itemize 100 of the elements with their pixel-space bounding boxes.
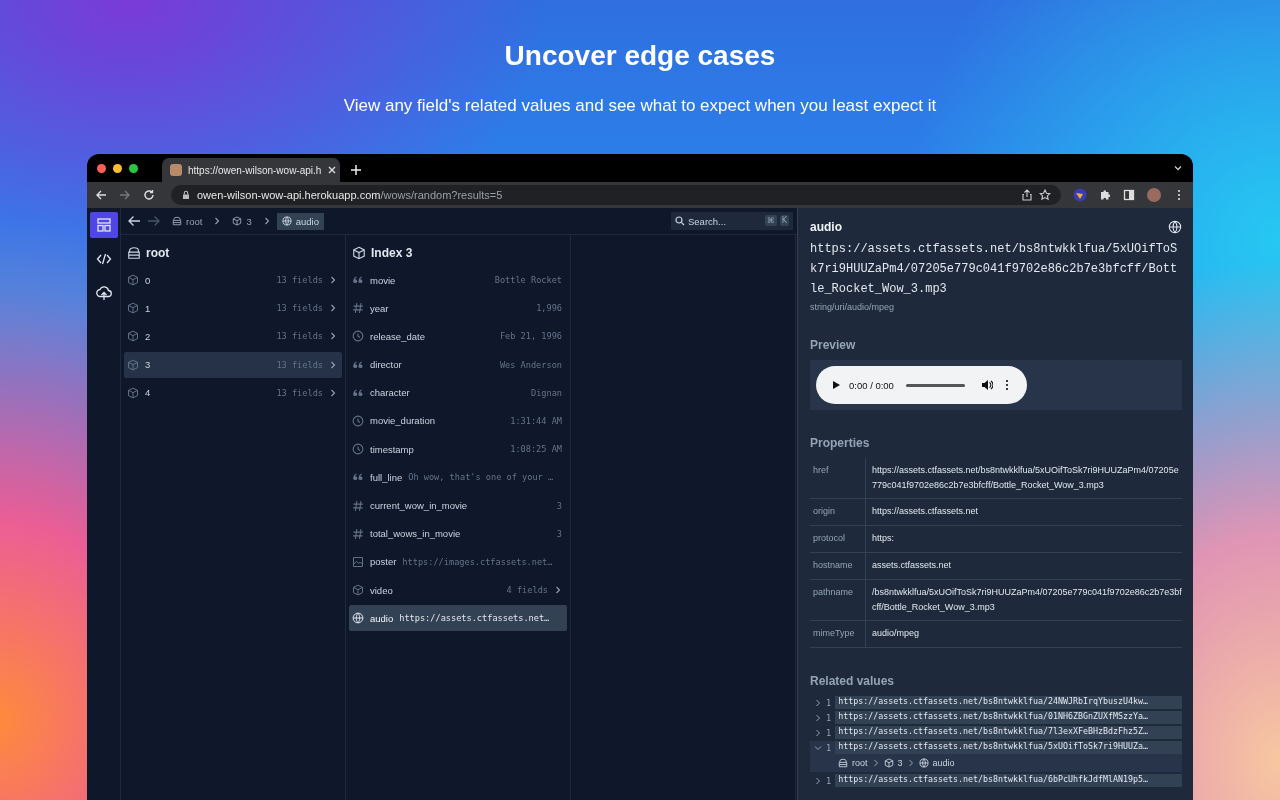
- field-name: total_wows_in_movie: [370, 528, 461, 540]
- type-label: string/uri/audio/mpeg: [810, 302, 896, 312]
- field-value: 3: [556, 500, 562, 511]
- field-value: Bottle Rocket: [494, 275, 562, 285]
- count: 1: [826, 727, 832, 738]
- audio-time: 0:00 / 0:00: [849, 379, 894, 391]
- item-label: 0: [145, 274, 151, 286]
- field-name: director: [370, 359, 402, 371]
- field-row[interactable]: full_line Oh wow, that's one of your …: [349, 464, 567, 491]
- property-value: https://assets.ctfassets.net: [871, 505, 980, 518]
- field-name: full_line: [370, 471, 403, 483]
- detail-title: audio: [810, 220, 842, 234]
- related-value: https://assets.ctfassets.net/bs8ntwkklfua/24NWJRbIrqYbuszU4kw…: [835, 696, 1182, 709]
- count: 1: [826, 697, 832, 708]
- field-value: 3: [556, 528, 562, 539]
- related-value: https://assets.ctfassets.net/bs8ntwkklfua/6bPcUhfkJdfMlAN19p5…: [835, 774, 1182, 787]
- shortcut-key: ⌘: [764, 215, 777, 226]
- field-row[interactable]: video 4 fields: [349, 577, 567, 604]
- field-row[interactable]: movie Bottle Rocket: [349, 267, 567, 293]
- field-row[interactable]: poster https://images.ctfassets.net…: [349, 548, 567, 575]
- field-name: year: [370, 302, 389, 314]
- field-row[interactable]: year 1,996: [349, 295, 567, 322]
- field-row[interactable]: release_date Feb 21, 1996: [349, 323, 567, 350]
- property-key: href: [810, 458, 866, 498]
- breadcrumb[interactable]: 3: [227, 212, 257, 230]
- path-link[interactable]: root: [852, 758, 868, 768]
- breadcrumb[interactable]: root: [167, 212, 208, 230]
- field-row[interactable]: current_wow_in_movie 3: [349, 492, 567, 519]
- field-name: release_date: [370, 330, 425, 342]
- shortcut-key: K: [779, 215, 789, 226]
- section-heading: Properties: [810, 436, 871, 450]
- field-count: 13 fields: [276, 303, 323, 314]
- breadcrumb[interactable]: audio: [276, 212, 324, 230]
- field-row[interactable]: audio https://assets.ctfassets.net…: [349, 605, 567, 632]
- field-row[interactable]: timestamp 1:08:25 AM: [349, 436, 567, 463]
- item-label: 4: [145, 387, 151, 399]
- section-heading: Preview: [810, 338, 857, 352]
- detail-value: https://assets.ctfassets.net/bs8ntwkklfua/5xUOifToSk7ri9HUUZaPm4/07205e779c041f9702e86c2b7e3bfcff/Bottle_Rocket_Wow_3.mp3: [810, 241, 1179, 298]
- field-count: 13 fields: [276, 331, 323, 342]
- property-key: origin: [810, 499, 866, 525]
- count: 1: [826, 775, 832, 786]
- property-value: /bs8ntwkklfua/5xUOifToSk7ri9HUUZaPm4/07205e779c041f9702e86c2b7e3bfcff/Bottle_Rocket_Wow_3.mp3: [871, 586, 1182, 614]
- list-item[interactable]: 4 13 fields: [124, 379, 342, 406]
- column-title: Index 3: [371, 246, 413, 260]
- related-value-row[interactable]: 1 https://assets.ctfassets.net/bs8ntwkklfua/24NWJRbIrqYbuszU4kw…: [810, 696, 1182, 709]
- item-label: 1: [145, 302, 151, 314]
- list-item[interactable]: 3 13 fields: [124, 351, 342, 378]
- related-value-row[interactable]: 1 https://assets.ctfassets.net/bs8ntwkklfua/01NH6ZBGnZUXfMSzzYa…: [810, 711, 1182, 724]
- field-value: Wes Anderson: [499, 359, 562, 370]
- property-key: pathname: [810, 580, 866, 620]
- property-key: mimeType: [810, 621, 866, 647]
- item-label: 3: [145, 359, 151, 371]
- path-link[interactable]: audio: [932, 758, 955, 768]
- field-name: movie_duration: [370, 415, 435, 427]
- audio-player[interactable]: 0:00 / 0:00: [816, 366, 1027, 404]
- list-item[interactable]: 1 13 fields: [124, 295, 342, 322]
- field-name: poster: [370, 556, 397, 568]
- url-path: /wows/random?results=5: [380, 189, 503, 201]
- field-name: audio: [370, 612, 394, 624]
- field-value: https://images.ctfassets.net…: [402, 556, 553, 567]
- field-name: movie: [370, 274, 396, 286]
- field-name: video: [370, 584, 393, 596]
- property-value: https://assets.ctfassets.net/bs8ntwkklfua/5xUOifToSk7ri9HUUZaPm4/07205e779c041f9702e86c2b7e3bfcff/Bottle_Rocket_Wow_3.mp3: [871, 464, 1180, 492]
- field-row[interactable]: movie_duration 1:31:44 AM: [349, 407, 567, 434]
- field-value: Oh wow, that's one of your …: [408, 472, 554, 483]
- property-key: hostname: [810, 553, 866, 579]
- related-value: https://assets.ctfassets.net/bs8ntwkklfua/7l3exXFeBHzBdzFhz5Z…: [835, 726, 1182, 739]
- field-value: 1:31:44 AM: [510, 415, 562, 426]
- field-row[interactable]: director Wes Anderson: [349, 351, 567, 378]
- field-value: 4 fields: [506, 585, 548, 596]
- address-bar[interactable]: owen-wilson-wow-api.herokuapp.com/wows/random?results=5: [171, 185, 1061, 205]
- related-value-row[interactable]: 1 https://assets.ctfassets.net/bs8ntwkklfua/6bPcUhfkJdfMlAN19p5…: [810, 774, 1182, 787]
- list-item[interactable]: 0 13 fields: [124, 267, 342, 293]
- property-value: https:: [871, 532, 895, 545]
- related-value-row[interactable]: 1 https://assets.ctfassets.net/bs8ntwkklfua/5xUOifToSk7ri9HUUZa…: [810, 741, 1182, 754]
- property-key: protocol: [810, 526, 866, 552]
- field-name: character: [370, 387, 410, 399]
- field-value: Dignan: [530, 387, 562, 398]
- subtitle: View any field's related values and see what to expect when you least expect it: [343, 96, 937, 116]
- field-value: Feb 21, 1996: [499, 331, 562, 342]
- field-value: https://assets.ctfassets.net…: [399, 613, 550, 624]
- related-value-row[interactable]: 1 https://assets.ctfassets.net/bs8ntwkklfua/7l3exXFeBHzBdzFhz5Z…: [810, 726, 1182, 739]
- field-row[interactable]: character Dignan: [349, 379, 567, 406]
- field-value: 1,996: [536, 303, 562, 314]
- related-value: https://assets.ctfassets.net/bs8ntwkklfua/01NH6ZBGnZUXfMSzzYa…: [835, 711, 1182, 724]
- item-label: 2: [145, 330, 151, 342]
- field-count: 13 fields: [276, 359, 323, 370]
- field-row[interactable]: total_wows_in_movie 3: [349, 520, 567, 547]
- property-value: audio/mpeg: [871, 627, 921, 640]
- field-name: current_wow_in_movie: [370, 500, 468, 511]
- property-value: assets.ctfassets.net: [871, 559, 953, 572]
- list-item[interactable]: 2 13 fields: [124, 323, 342, 350]
- column-title: root: [146, 246, 170, 260]
- url-host: owen-wilson-wow-api.herokuapp.com: [197, 189, 381, 201]
- field-name: timestamp: [370, 443, 414, 455]
- count: 1: [826, 742, 832, 753]
- section-heading: Related values: [810, 674, 896, 688]
- tab-title: https://owen-wilson-wow-api.h: [188, 164, 322, 176]
- path-link[interactable]: 3: [897, 758, 903, 768]
- browser-tab[interactable]: https://owen-wilson-wow-api.h: [162, 158, 340, 182]
